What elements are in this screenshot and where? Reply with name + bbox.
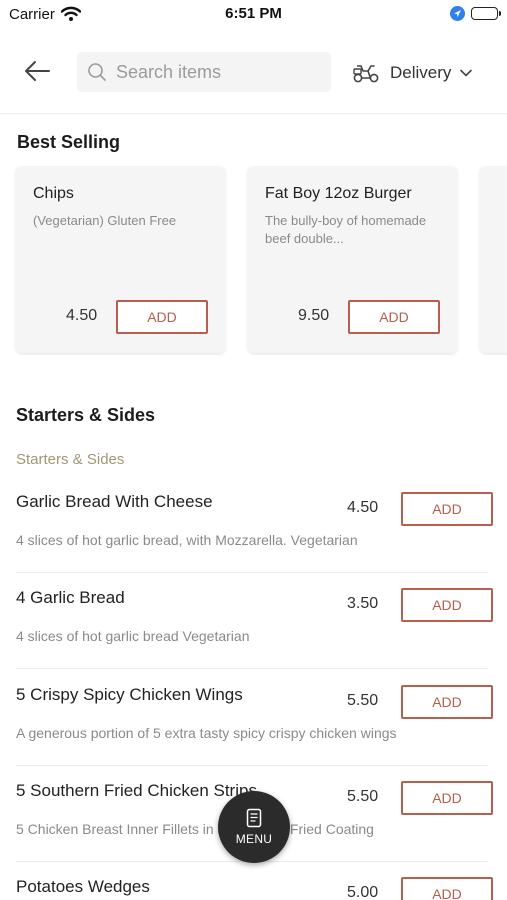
status-time: 6:51 PM (225, 5, 282, 22)
best-selling-title: Best Selling (17, 132, 121, 152)
card-name: Chips (33, 185, 74, 202)
add-button[interactable]: ADD (116, 300, 208, 334)
divider (16, 668, 488, 669)
subcategory-title: Starters & Sides (16, 451, 125, 468)
card-price: 4.50 (66, 307, 98, 324)
scooter-icon (353, 65, 379, 83)
item-name: 5 Southern Fried Chicken Strips (16, 781, 257, 800)
item-description: 4 slices of hot garlic bread Vegetarian (16, 628, 250, 644)
menu-item[interactable]: 4 Garlic Bread 3.50 ADD 4 slices of hot … (0, 588, 507, 684)
item-description: A generous portion of 5 extra tasty spic… (16, 725, 397, 741)
search-icon (88, 63, 106, 81)
category-title: Starters & Sides (16, 405, 156, 425)
add-button[interactable]: ADD (401, 492, 493, 526)
item-name: 4 Garlic Bread (16, 588, 125, 607)
item-price: 5.50 (347, 692, 379, 709)
divider (16, 765, 488, 766)
best-selling-carousel[interactable]: Chips (Vegetarian) Gluten Free 4.50 ADD … (0, 166, 507, 356)
item-price: 5.50 (347, 788, 379, 805)
add-button[interactable]: ADD (401, 781, 493, 815)
search-input[interactable] (116, 61, 316, 83)
back-arrow-icon (25, 61, 50, 81)
card-name: Fat Boy 12oz Burger (265, 185, 412, 202)
menu-item[interactable]: 5 Crispy Spicy Chicken Wings 5.50 ADD A … (0, 685, 507, 781)
best-selling-card-partial[interactable] (480, 166, 507, 353)
add-button[interactable]: ADD (401, 588, 493, 622)
add-button[interactable]: ADD (401, 685, 493, 719)
add-button[interactable]: ADD (348, 300, 440, 334)
battery-icon (471, 7, 498, 20)
menu-item[interactable]: Potatoes Wedges 5.00 ADD (0, 877, 507, 900)
best-selling-card[interactable]: Fat Boy 12oz Burger The bully-boy of hom… (248, 166, 457, 353)
item-name: Potatoes Wedges (16, 877, 150, 896)
menu-book-icon (246, 808, 262, 828)
menu-fab-button[interactable]: MENU (218, 791, 290, 863)
chevron-down-icon (460, 69, 473, 77)
best-selling-card[interactable]: Chips (Vegetarian) Gluten Free 4.50 ADD (16, 166, 225, 353)
divider (16, 572, 488, 573)
card-description: (Vegetarian) Gluten Free (33, 213, 177, 228)
delivery-label: Delivery (390, 63, 452, 82)
menu-fab-label: MENU (235, 832, 273, 846)
item-price: 4.50 (347, 499, 379, 516)
item-price: 5.00 (347, 884, 379, 900)
item-name: Garlic Bread With Cheese (16, 492, 213, 511)
back-button[interactable] (20, 56, 54, 86)
top-nav: Delivery (0, 30, 507, 114)
delivery-selector[interactable]: Delivery (352, 58, 473, 88)
card-description: The bully-boy of homemade beef double... (265, 213, 427, 246)
item-description: 5 Chicken Breast Inner Fillets in a Sout… (16, 821, 374, 837)
add-button[interactable]: ADD (401, 877, 493, 900)
location-icon (450, 6, 465, 21)
menu-item[interactable]: Garlic Bread With Cheese 4.50 ADD 4 slic… (0, 492, 507, 588)
card-price: 9.50 (298, 307, 330, 324)
item-name: 5 Crispy Spicy Chicken Wings (16, 685, 243, 704)
item-price: 3.50 (347, 595, 379, 612)
search-box[interactable] (77, 52, 331, 92)
item-description: 4 slices of hot garlic bread, with Mozza… (16, 532, 358, 548)
status-bar: Carrier 6:51 PM (0, 0, 507, 30)
